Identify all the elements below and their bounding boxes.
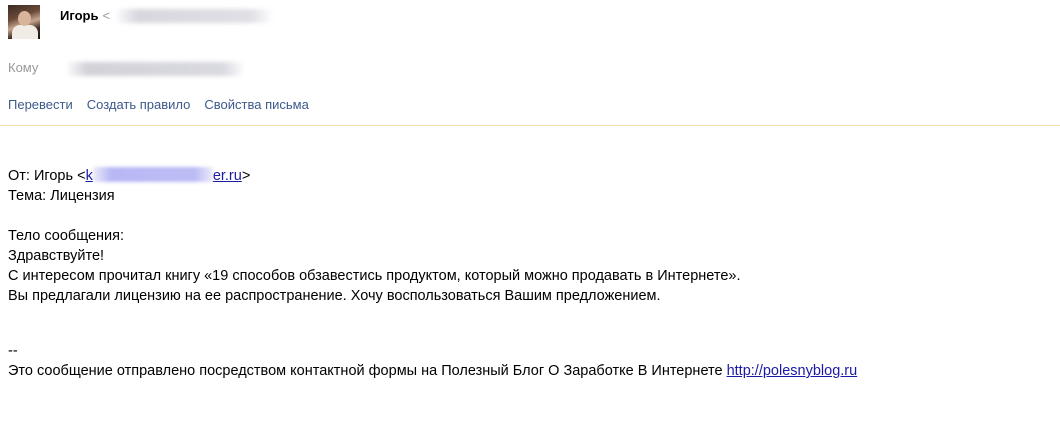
message-header: Игорь < Кому Перевести Создать правило С… <box>0 0 1060 125</box>
from-line: От: Игорь <k er.ru> <box>8 166 857 186</box>
footer-text: Это сообщение отправлено посредством кон… <box>8 363 727 379</box>
body-heading: Тело сообщения: <box>8 228 125 244</box>
footer-line: Это сообщение отправлено посредством кон… <box>8 361 857 381</box>
signature-separator: -- <box>8 343 18 359</box>
message-properties-link[interactable]: Свойства письма <box>204 97 308 112</box>
sender-email-redacted <box>114 8 275 23</box>
create-rule-link[interactable]: Создать правило <box>87 97 191 112</box>
from-email-end: er.ru <box>212 168 242 184</box>
body-line-2: Вы предлагали лицензию на ее распростран… <box>8 288 661 304</box>
greeting-line: Здравствуйте! <box>8 248 105 264</box>
from-email-redaction <box>92 167 213 182</box>
translate-link[interactable]: Перевести <box>8 97 73 112</box>
sender-name[interactable]: Игорь <box>60 8 98 23</box>
sender-line[interactable]: Игорь < <box>60 8 275 23</box>
from-prefix: От: Игорь < <box>8 168 86 184</box>
message-actions: Перевести Создать правило Свойства письм… <box>8 97 309 112</box>
to-label: Кому <box>8 60 39 75</box>
from-suffix: > <box>241 168 251 184</box>
recipient-email-redacted[interactable] <box>65 62 245 76</box>
subject-line: Тема: Лицензия <box>8 188 115 204</box>
from-email-start: k <box>85 168 93 184</box>
header-divider <box>0 125 1060 126</box>
sender-bracket: < <box>102 8 111 23</box>
avatar-body-shape <box>12 25 38 39</box>
sender-avatar[interactable] <box>8 5 40 39</box>
blog-link[interactable]: http://polesnyblog.ru <box>727 363 858 379</box>
avatar-face-shape <box>18 11 31 26</box>
message-body: От: Игорь <k er.ru> Тема: Лицензия Тело с… <box>8 166 857 381</box>
body-line-1: С интересом прочитал книгу «19 способов … <box>8 268 741 284</box>
from-email-link[interactable]: k er.ru <box>86 166 242 186</box>
